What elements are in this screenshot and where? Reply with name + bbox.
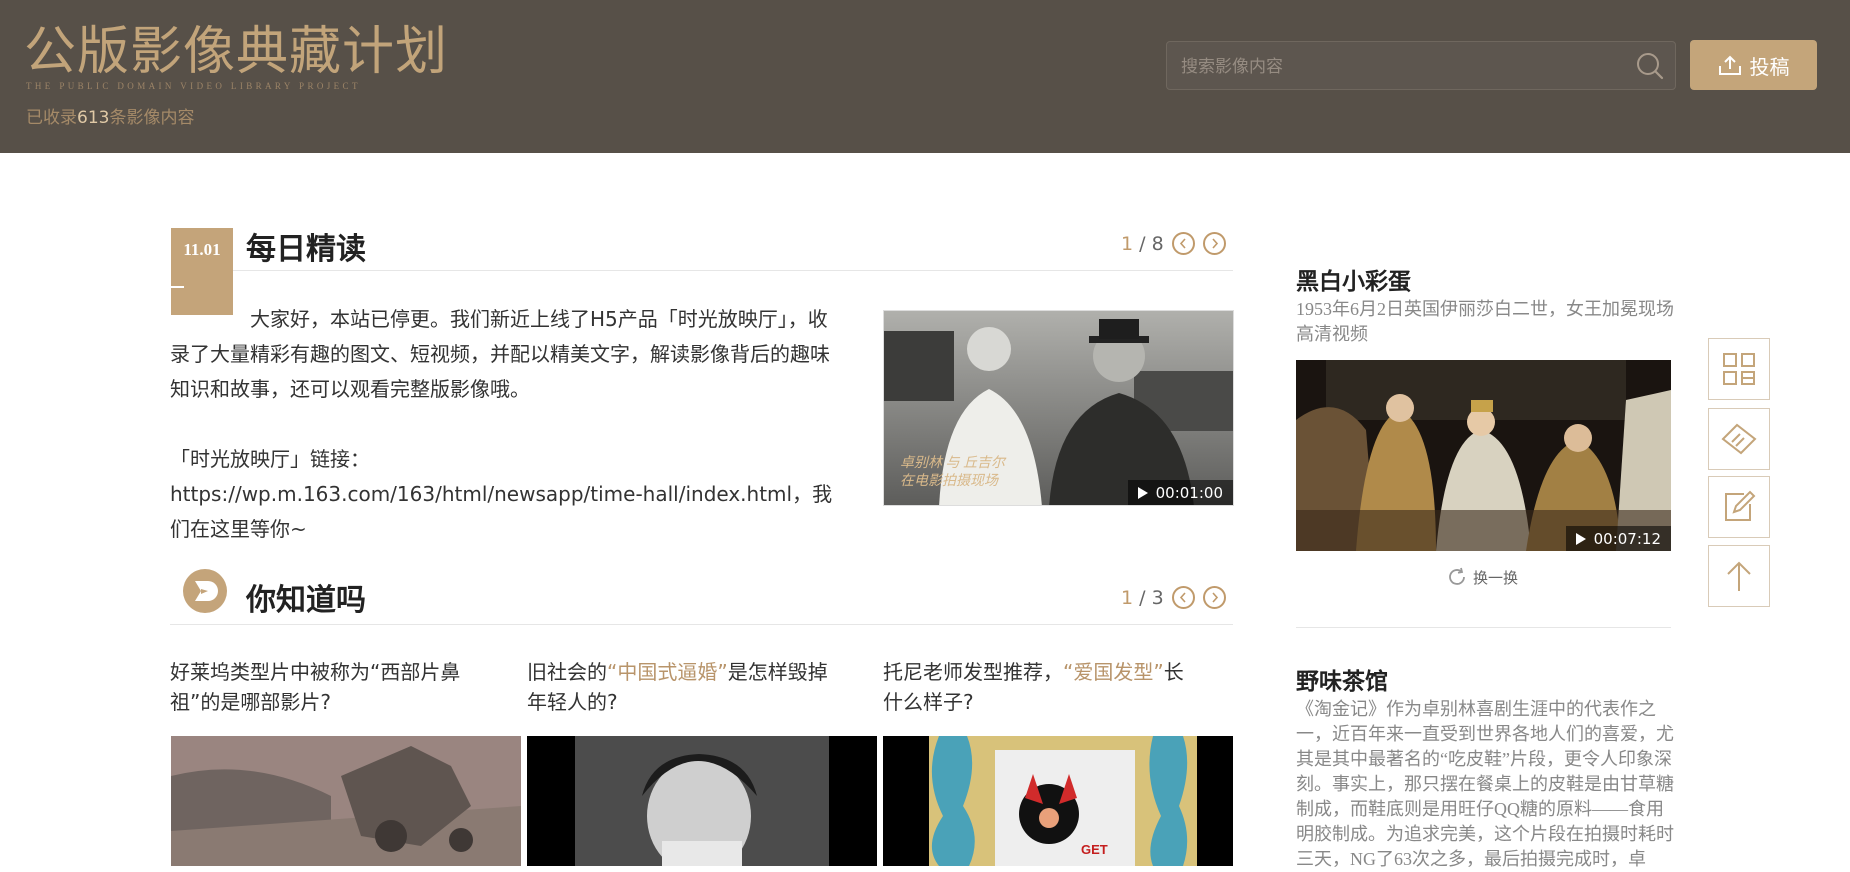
search-icon[interactable] [1635,51,1665,81]
section-divider [233,270,1233,271]
dyk-question-3[interactable]: 托尼老师发型推荐，“爱国发型”长什么样子? [883,657,1203,717]
refresh-icon [1449,567,1465,585]
chevron-right-icon [1212,238,1218,249]
next-button[interactable] [1202,586,1226,609]
daily-intro: 大家好，本站已停更。我们新近上线了H5产品「时光放映厅」，收录了大量精彩有趣的图… [170,302,842,547]
feedback-button[interactable] [1708,476,1770,538]
count-prefix: 已收录 [26,108,77,128]
chevron-right-icon [1212,592,1218,603]
video-caption: 卓别林 与 丘吉尔 在电影拍摄现场 [900,456,1005,489]
play-icon [1137,486,1148,499]
date-dash [171,286,184,288]
dyk-thumbnail-3[interactable]: GET [883,736,1233,866]
did-you-know-icon [183,569,227,613]
next-button[interactable] [1202,232,1226,255]
did-you-know-title: 你知道吗 [246,583,366,618]
pager-current: 1 / 3 [1121,586,1164,609]
search-box [1166,41,1676,91]
search-input[interactable] [1179,42,1603,91]
dyk-pager: 1 / 3 [1121,586,1226,609]
play-icon [1575,532,1586,545]
dyk-question-1[interactable]: 好莱坞类型片中被称为“西部片鼻祖”的是哪部影片? [170,657,475,717]
refresh-button[interactable]: 换一换 [1446,566,1518,588]
logo-subtitle: THE PUBLIC DOMAIN VIDEO LIBRARY PROJECT [26,81,361,91]
daily-reading-title: 每日精读 [246,232,366,267]
refresh-label: 换一换 [1473,568,1519,587]
date-text: 11.01 [183,240,221,259]
video-duration: 00:07:12 [1565,526,1671,551]
prev-button[interactable] [1171,232,1195,255]
chevron-left-icon [1179,238,1186,249]
upload-button[interactable]: 投稿 [1690,40,1817,90]
intro-para-1: 大家好，本站已停更。我们新近上线了H5产品「时光放映厅」，收录了大量精彩有趣的图… [170,307,830,401]
edit-icon [1725,490,1756,521]
intro-para-2[interactable]: 「时光放映厅」链接：https://wp.m.163.com/163/html/… [170,442,842,547]
site-header: 公版影像典藏计划 THE PUBLIC DOMAIN VIDEO LIBRARY… [0,0,1850,153]
count-suffix: 条影像内容 [109,108,195,128]
arrow-up-icon [1727,561,1751,591]
chevron-left-icon [1179,592,1186,603]
teahouse-desc[interactable]: 《淘金记》作为卓别林喜剧生涯中的代表作之一，近百年来一直受到世界各地人们的喜爱，… [1296,697,1674,872]
qrcode-icon [1723,353,1755,385]
qrcode-button[interactable] [1708,338,1770,400]
prev-button[interactable] [1171,586,1195,609]
cooperation-button[interactable] [1708,408,1770,470]
thumb-text: GET [1081,842,1108,857]
easter-egg-title: 黑白小彩蛋 [1296,269,1411,295]
video-duration: 00:01:00 [1127,480,1233,505]
upload-label: 投稿 [1749,54,1790,79]
site-logo[interactable]: 公版影像典藏计划 [24,22,448,82]
daily-video[interactable]: 卓别林 与 丘吉尔 在电影拍摄现场 00:01:00 [883,310,1234,506]
easter-egg-video[interactable]: 00:07:12 [1296,360,1671,551]
dyk-thumbnail-1[interactable] [171,736,521,866]
video-thumbnail [1296,360,1671,551]
side-divider [1296,627,1671,628]
dyk-thumbnail-2[interactable] [527,736,877,866]
back-to-top-button[interactable] [1708,545,1770,607]
teahouse-title: 野味茶馆 [1296,669,1388,695]
section-divider [170,624,1233,625]
pager-current: 1 / 8 [1121,232,1164,255]
easter-egg-desc[interactable]: 1953年6月2日英国伊丽莎白二世，女王加冕现场高清视频 [1296,297,1674,347]
dyk-question-2[interactable]: 旧社会的“中国式逼婚”是怎样毁掉年轻人的? [527,657,837,717]
count-value: 613 [77,108,110,128]
daily-pager: 1 / 8 [1121,232,1226,255]
handshake-icon [1721,423,1757,455]
upload-icon [1718,55,1741,75]
collection-count: 已收录613条影像内容 [26,103,194,128]
